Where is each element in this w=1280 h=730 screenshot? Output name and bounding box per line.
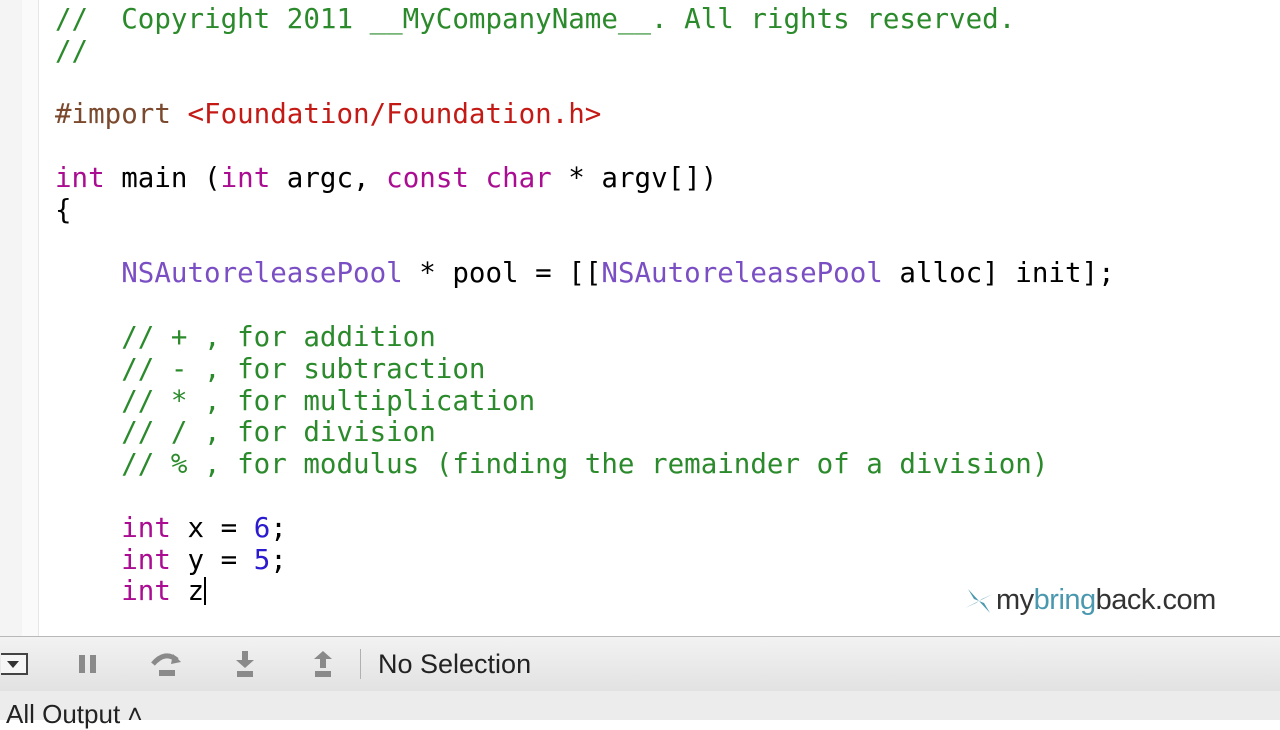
code-token-plain: argc, bbox=[270, 161, 387, 194]
code-line[interactable]: int main (int argc, const char * argv[]) bbox=[55, 161, 1115, 195]
code-line[interactable]: // - , for subtraction bbox=[55, 352, 1115, 386]
logo-text-bring: bring bbox=[1033, 584, 1097, 616]
code-token-keyword: char bbox=[485, 161, 552, 194]
code-token-plain: x = bbox=[170, 511, 254, 544]
code-token-plain: * pool = [[ bbox=[402, 257, 602, 290]
source-editor[interactable]: // Copyright 2011 __MyCompanyName__. All… bbox=[0, 0, 1280, 636]
code-token-plain: ; bbox=[270, 543, 287, 576]
code-line[interactable]: int x = 6; bbox=[55, 511, 1115, 545]
text-cursor bbox=[204, 577, 207, 606]
code-token-keyword: int bbox=[55, 161, 105, 194]
code-line[interactable]: // + , for addition bbox=[55, 320, 1115, 354]
code-line[interactable] bbox=[55, 481, 1115, 513]
code-token-keyword: int bbox=[121, 543, 171, 576]
code-token-comment: // + , for addition bbox=[55, 320, 436, 353]
code-line[interactable]: // bbox=[55, 34, 1115, 68]
step-into-icon[interactable] bbox=[230, 637, 260, 691]
code-token-comment: // bbox=[55, 34, 89, 67]
logo-text-back: back.com bbox=[1095, 584, 1217, 616]
console-toggle-icon[interactable] bbox=[0, 637, 30, 691]
code-line[interactable] bbox=[55, 290, 1115, 322]
editor-ribbon bbox=[22, 0, 39, 636]
code-token-plain: y = bbox=[170, 543, 254, 576]
code-line[interactable]: // Copyright 2011 __MyCompanyName__. All… bbox=[55, 3, 1115, 36]
code-token-keyword: int bbox=[121, 511, 171, 544]
code-token-number: 5 bbox=[253, 543, 271, 576]
code-text[interactable]: // Copyright 2011 __MyCompanyName__. All… bbox=[55, 3, 1115, 608]
code-token-comment: // % , for modulus (finding the remainde… bbox=[55, 448, 1049, 481]
pause-icon[interactable] bbox=[74, 637, 102, 691]
code-line[interactable] bbox=[55, 68, 1115, 100]
code-line[interactable] bbox=[55, 131, 1115, 163]
code-token-class: NSAutoreleasePool bbox=[121, 257, 403, 290]
mybringback-watermark: my bring back.com bbox=[962, 584, 1216, 617]
code-token-preproc: #import bbox=[55, 98, 188, 131]
toolbar-divider bbox=[360, 649, 361, 679]
step-out-icon[interactable] bbox=[308, 637, 338, 691]
code-token-keyword: const bbox=[386, 161, 469, 194]
code-line[interactable]: { bbox=[55, 193, 1115, 227]
output-bar: All Output ˄ bbox=[0, 691, 1280, 729]
code-token-plain: main ( bbox=[104, 161, 221, 194]
code-token-keyword: int bbox=[121, 575, 171, 608]
code-token-string: <Foundation/Foundation.h> bbox=[187, 98, 602, 131]
code-line[interactable]: NSAutoreleasePool * pool = [[NSAutorelea… bbox=[55, 257, 1115, 290]
code-line[interactable]: // % , for modulus (finding the remainde… bbox=[55, 448, 1115, 481]
pinwheel-logo-icon bbox=[965, 588, 993, 613]
output-filter-popup[interactable]: All Output ˄ bbox=[6, 699, 143, 730]
variable-selection-label: No Selection bbox=[378, 649, 532, 679]
code-token-plain: ; bbox=[270, 511, 287, 544]
editor-gutter bbox=[0, 0, 23, 636]
code-line[interactable]: // * , for multiplication bbox=[55, 384, 1115, 418]
code-line[interactable]: int y = 5; bbox=[55, 543, 1115, 577]
code-line[interactable]: #import <Foundation/Foundation.h> bbox=[55, 98, 1115, 131]
code-token-number: 6 bbox=[253, 511, 271, 544]
code-token-class: NSAutoreleasePool bbox=[601, 257, 883, 290]
code-token-plain: * argv[]) bbox=[551, 161, 718, 194]
code-line[interactable]: int z bbox=[55, 575, 1115, 608]
code-line[interactable] bbox=[55, 227, 1115, 259]
code-token-comment: // Copyright 2011 __MyCompanyName__. All… bbox=[55, 3, 1016, 35]
logo-text-my: my bbox=[996, 584, 1034, 616]
code-token-plain: alloc] init]; bbox=[882, 257, 1115, 290]
code-token-plain: z bbox=[170, 575, 205, 608]
code-token-comment: // / , for division bbox=[55, 416, 436, 449]
code-token-comment: // * , for multiplication bbox=[55, 384, 536, 417]
debug-bar: No Selection bbox=[0, 636, 1280, 692]
step-over-icon[interactable] bbox=[148, 637, 184, 691]
code-token-plain: { bbox=[55, 193, 72, 226]
code-token-comment: // - , for subtraction bbox=[55, 352, 486, 385]
code-token-keyword: int bbox=[220, 161, 271, 194]
code-line[interactable]: // / , for division bbox=[55, 416, 1115, 449]
